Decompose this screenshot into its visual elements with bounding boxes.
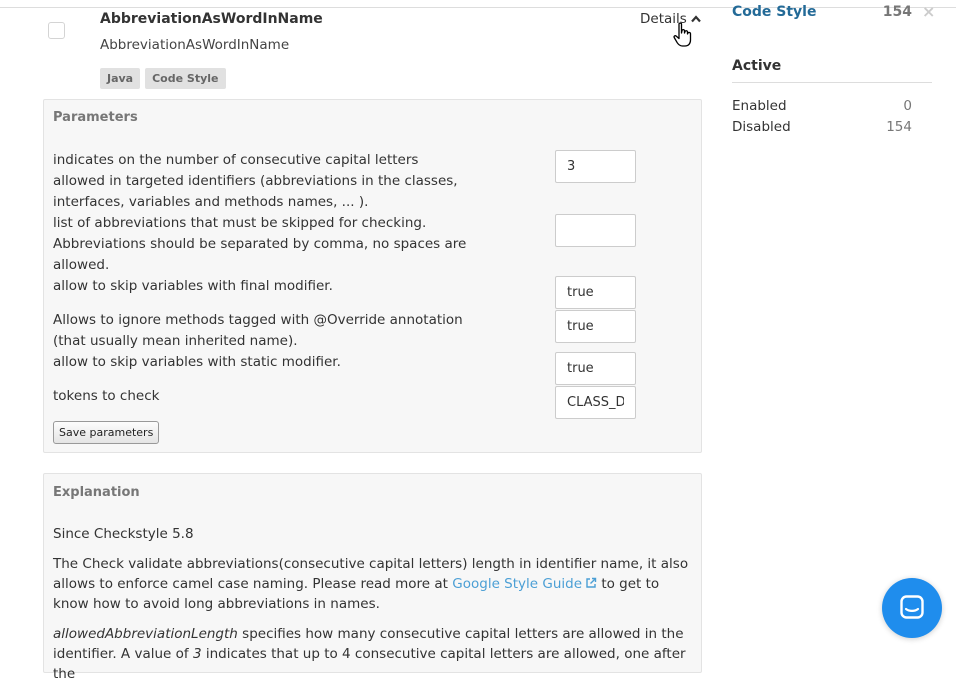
facet-active-title[interactable]: Active — [732, 58, 932, 83]
explanation-title: Explanation — [53, 485, 140, 500]
facet-item-label: Enabled — [732, 98, 787, 114]
facet-item-enabled[interactable]: Enabled 0 — [732, 98, 912, 114]
facet-item-count: 0 — [903, 98, 912, 114]
tokens-input[interactable] — [555, 386, 636, 419]
explanation-panel: Explanation Since Checkstyle 5.8 The Che… — [43, 473, 702, 682]
facet-code-style-count: 154 — [882, 4, 912, 20]
save-parameters-button[interactable]: Save parameters — [53, 421, 160, 444]
rule-tags: Java Code Style — [100, 68, 226, 89]
tag-code-style[interactable]: Code Style — [145, 68, 226, 89]
option-name: allowedAbbreviationLength — [53, 626, 238, 642]
option-value: 3 — [192, 646, 202, 662]
param-description: tokens to check — [53, 388, 160, 404]
parameters-title: Parameters — [53, 110, 138, 125]
chat-launcher-button[interactable] — [882, 578, 942, 638]
param-description: allow to skip variables with final modif… — [53, 278, 333, 294]
close-icon[interactable]: × — [922, 2, 935, 21]
facet-item-count: 154 — [886, 119, 912, 135]
facet-item-label: Disabled — [732, 119, 791, 135]
chat-icon — [900, 595, 924, 619]
param-description: allow to skip variables with static modi… — [53, 354, 341, 370]
explanation-paragraph: The Check validate abbreviations(consecu… — [53, 554, 698, 614]
rule-key: AbbreviationAsWordInName — [100, 37, 290, 53]
since-version: Since Checkstyle 5.8 — [53, 526, 194, 542]
allowed-abbreviation-length-input[interactable] — [555, 150, 636, 183]
ignore-final-input[interactable] — [555, 276, 636, 309]
external-link-icon — [586, 577, 597, 588]
google-style-guide-link[interactable]: Google Style Guide — [452, 576, 597, 592]
param-description: list of abbreviations that must be skipp… — [53, 215, 467, 273]
tag-java[interactable]: Java — [100, 68, 141, 89]
facet-item-disabled[interactable]: Disabled 154 — [732, 119, 912, 135]
ignore-static-input[interactable] — [555, 352, 636, 385]
param-description: indicates on the number of consecutive c… — [53, 152, 458, 210]
allowed-abbreviations-input[interactable] — [555, 214, 636, 247]
rule-title[interactable]: AbbreviationAsWordInName — [100, 11, 323, 27]
facet-code-style[interactable]: Code Style — [732, 4, 816, 20]
parameters-panel: Parameters indicates on the number of co… — [43, 99, 702, 453]
ignore-overridden-methods-input[interactable] — [555, 310, 636, 343]
param-description: Allows to ignore methods tagged with @Ov… — [53, 312, 463, 349]
rule-select-checkbox[interactable] — [48, 22, 65, 39]
explanation-paragraph: allowedAbbreviationLength specifies how … — [53, 624, 698, 684]
hand-cursor-icon — [673, 22, 692, 47]
